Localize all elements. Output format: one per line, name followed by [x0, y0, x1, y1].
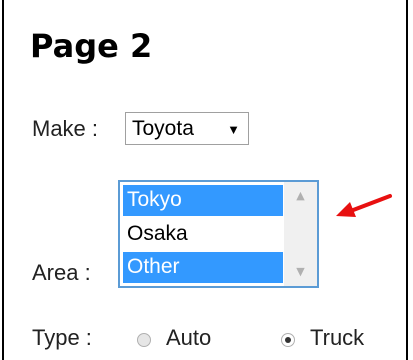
radio-auto[interactable]: [137, 333, 151, 347]
page-title: Page 2: [30, 27, 153, 65]
make-label: Make :: [32, 116, 99, 141]
type-label: Type :: [32, 325, 92, 350]
radio-truck[interactable]: [281, 333, 295, 347]
listbox-scrollbar[interactable]: ▲ ▼: [284, 182, 317, 286]
red-arrow-icon: [336, 194, 392, 217]
area-option-osaka[interactable]: Osaka: [123, 219, 283, 250]
area-option-other[interactable]: Other: [123, 252, 283, 283]
make-select[interactable]: Toyota ▼: [125, 112, 249, 145]
radio-auto-label[interactable]: Auto: [166, 325, 211, 351]
area-listbox[interactable]: Tokyo Osaka Other ▲ ▼: [118, 180, 319, 288]
make-selected-value: Toyota: [132, 117, 194, 140]
area-label: Area :: [32, 260, 91, 285]
chevron-down-icon: ▼: [227, 122, 240, 137]
scroll-up-icon[interactable]: ▲: [284, 186, 317, 206]
scroll-down-icon[interactable]: ▼: [284, 262, 317, 282]
radio-checked-dot: [285, 337, 291, 343]
radio-truck-label[interactable]: Truck: [310, 325, 364, 351]
page-frame: Page 2 Make : Toyota ▼ Tokyo Osaka Other…: [2, 0, 408, 360]
area-option-tokyo[interactable]: Tokyo: [123, 185, 283, 216]
